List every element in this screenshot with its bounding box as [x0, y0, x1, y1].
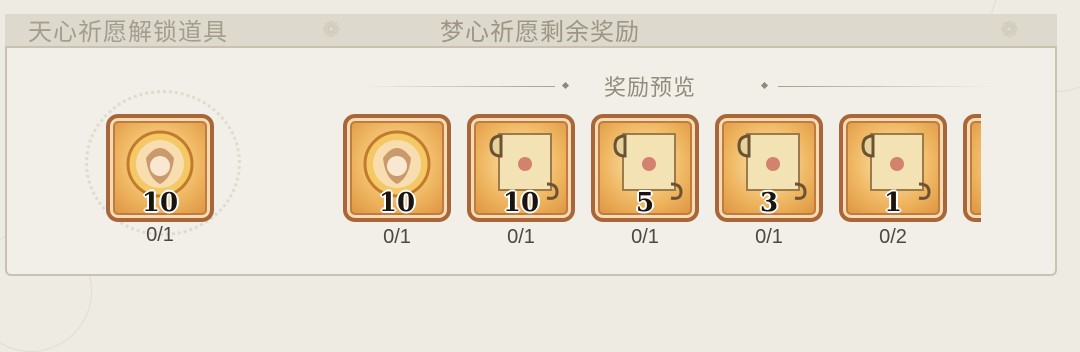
divider-left: [360, 86, 555, 87]
reward-progress: 0/1: [631, 226, 659, 248]
cloud-ornament-icon: ❁: [1000, 18, 1019, 43]
reward-progress: 0/1: [383, 226, 411, 248]
reward-slot[interactable]: 10: [467, 114, 575, 222]
item-count: 10: [141, 188, 179, 218]
reward-count: 3: [759, 188, 779, 218]
remaining-rewards-title: 梦心祈愿剩余奖励: [440, 18, 640, 46]
reward-slot[interactable]: 1: [839, 114, 947, 222]
reward-progress: 0/1: [755, 226, 783, 248]
reward-count: 10: [378, 188, 416, 218]
reward-progress: 0/1: [507, 226, 535, 248]
reward-progress: 0/2: [879, 226, 907, 248]
reward-preview-title: 奖励预览: [603, 76, 696, 101]
reward-slot[interactable]: 5: [591, 114, 699, 222]
reward-slot[interactable]: 3: [715, 114, 823, 222]
reward-count: 5: [635, 188, 655, 218]
reward-count: 1: [883, 188, 903, 218]
divider-right: [778, 86, 993, 87]
reward-count: 10: [502, 188, 540, 218]
unlock-item-slot[interactable]: 10: [106, 114, 214, 222]
reward-slot-partial[interactable]: [963, 114, 981, 222]
item-progress: 0/1: [146, 224, 174, 246]
reward-slot[interactable]: 10: [343, 114, 451, 222]
